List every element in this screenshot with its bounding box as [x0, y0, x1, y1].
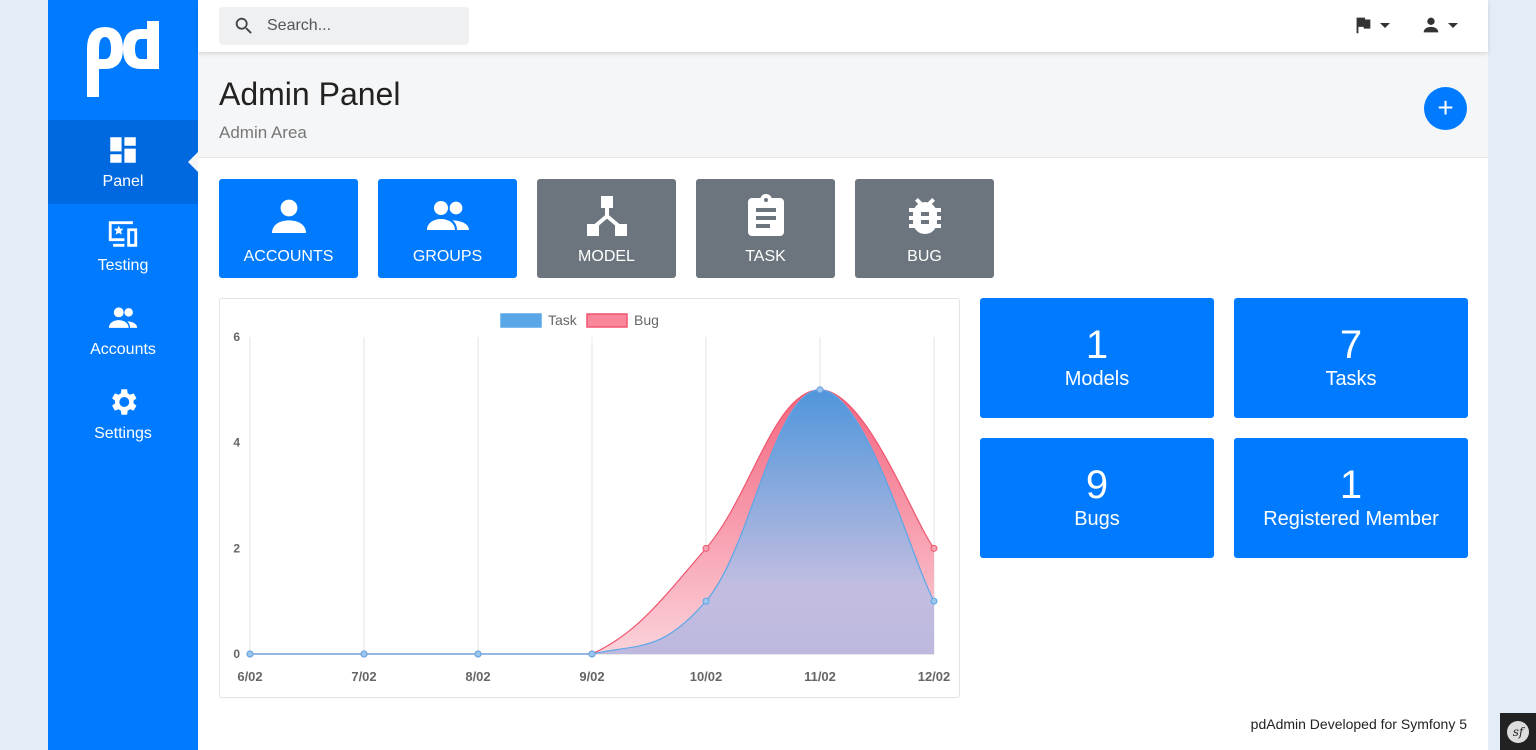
- sidebar-item-settings[interactable]: Settings: [48, 372, 198, 456]
- add-button[interactable]: +: [1424, 87, 1467, 130]
- data-point-task: [360, 650, 368, 658]
- sidebar-item-label: Settings: [94, 425, 152, 442]
- user-dropdown[interactable]: [1420, 14, 1458, 36]
- legend-swatch-task: [500, 313, 542, 328]
- data-point-task: [474, 650, 482, 658]
- tile-label: MODEL: [578, 247, 635, 265]
- data-point-task: [246, 650, 254, 658]
- sidebar-item-label: Accounts: [90, 341, 156, 358]
- y-tick-label: 2: [233, 541, 240, 555]
- page-header: Admin Panel Admin Area +: [198, 52, 1488, 158]
- symfony-logo-icon: sf: [1507, 720, 1529, 743]
- tile-accounts[interactable]: ACCOUNTS: [219, 179, 358, 278]
- x-tick-label: 12/02: [918, 669, 951, 684]
- data-point-task: [816, 386, 824, 394]
- activity-chart: 0 2 4 6 6/02 7/02 8/02 9/02 10/02 11/02 12/02 Task B…: [219, 298, 960, 698]
- top-icons: [1352, 14, 1458, 36]
- data-point-task: [588, 650, 596, 658]
- legend-label-bug: Bug: [634, 312, 659, 328]
- symfony-toolbar-toggle[interactable]: sf: [1500, 713, 1536, 750]
- tile-label: GROUPS: [412, 247, 483, 265]
- logo[interactable]: [48, 0, 198, 120]
- data-point-task: [930, 597, 938, 605]
- clipboard-icon: [747, 193, 784, 236]
- dashboard-icon: [110, 137, 136, 163]
- stat-number: 1: [1339, 463, 1363, 507]
- users-icon: [108, 307, 138, 328]
- tile-groups[interactable]: GROUPS: [378, 179, 517, 278]
- stat-number: 1: [1085, 323, 1109, 367]
- search-input[interactable]: [267, 17, 457, 35]
- group-icon: [426, 200, 469, 230]
- user-icon: [271, 199, 306, 233]
- tile-label: BUG: [907, 247, 942, 265]
- legend-swatch-bug: [586, 313, 628, 328]
- shortcut-tiles: ACCOUNTS GROUPS MODEL TASK BUG: [219, 179, 994, 278]
- stat-label: Bugs: [1074, 508, 1120, 530]
- main-content: Admin Panel Admin Area + ACCOUNTS GROUPS…: [198, 0, 1488, 750]
- tile-label: TASK: [745, 247, 786, 265]
- sidebar-item-testing[interactable]: Testing: [48, 204, 198, 288]
- y-tick-label: 4: [233, 436, 240, 450]
- data-point-bug: [930, 544, 938, 552]
- stat-number: 7: [1339, 323, 1363, 367]
- sidebar-item-label: Panel: [102, 173, 144, 190]
- search-box[interactable]: [219, 7, 469, 45]
- bug-icon: [908, 197, 941, 234]
- x-tick-label: 7/02: [351, 669, 376, 684]
- sidebar-item-label: Testing: [97, 257, 149, 274]
- x-tick-label: 6/02: [237, 669, 262, 684]
- tile-bug[interactable]: BUG: [855, 179, 994, 278]
- sidebar-item-accounts[interactable]: Accounts: [48, 288, 198, 372]
- testing-devices-icon: [108, 221, 138, 247]
- stat-tasks[interactable]: 7 Tasks: [1234, 298, 1468, 418]
- tile-task[interactable]: TASK: [696, 179, 835, 278]
- stat-label: Registered Member: [1263, 508, 1439, 530]
- sidebar: Panel Testing Accounts Settings: [48, 0, 198, 750]
- hierarchy-icon: [586, 195, 627, 236]
- tile-label: ACCOUNTS: [243, 247, 334, 265]
- topbar: [198, 0, 1488, 52]
- search-icon: [235, 17, 252, 34]
- x-tick-label: 10/02: [690, 669, 723, 684]
- sidebar-item-panel[interactable]: Panel: [48, 120, 198, 204]
- x-tick-label: 8/02: [465, 669, 490, 684]
- stat-members[interactable]: 1 Registered Member: [1234, 438, 1468, 558]
- data-point-task: [702, 597, 710, 605]
- x-tick-label: 11/02: [804, 669, 836, 684]
- legend-label-task: Task: [548, 312, 578, 328]
- user-icon: [1423, 17, 1439, 33]
- y-tick-label: 0: [233, 647, 240, 661]
- stat-number: 9: [1085, 463, 1109, 507]
- stat-models[interactable]: 1 Models: [980, 298, 1214, 418]
- language-dropdown[interactable]: [1352, 14, 1390, 36]
- chevron-down-icon: [1380, 22, 1390, 28]
- page-title: Admin Panel: [219, 76, 401, 112]
- gear-icon: [112, 389, 137, 415]
- footer-text: pdAdmin Developed for Symfony 5: [1250, 716, 1467, 732]
- stat-label: Models: [1064, 368, 1130, 390]
- tile-model[interactable]: MODEL: [537, 179, 676, 278]
- data-point-bug: [702, 544, 710, 552]
- page-subtitle: Admin Area: [219, 123, 307, 142]
- stat-label: Tasks: [1325, 368, 1377, 390]
- pd-logo-icon: [87, 21, 159, 97]
- chart-canvas: 0 2 4 6 6/02 7/02 8/02 9/02 10/02 11/02 12/02 Task B…: [233, 312, 951, 684]
- chevron-down-icon: [1448, 22, 1458, 28]
- flag-icon: [1356, 17, 1371, 34]
- x-tick-label: 9/02: [579, 669, 604, 684]
- y-tick-label: 6: [233, 330, 240, 344]
- stat-bugs[interactable]: 9 Bugs: [980, 438, 1214, 558]
